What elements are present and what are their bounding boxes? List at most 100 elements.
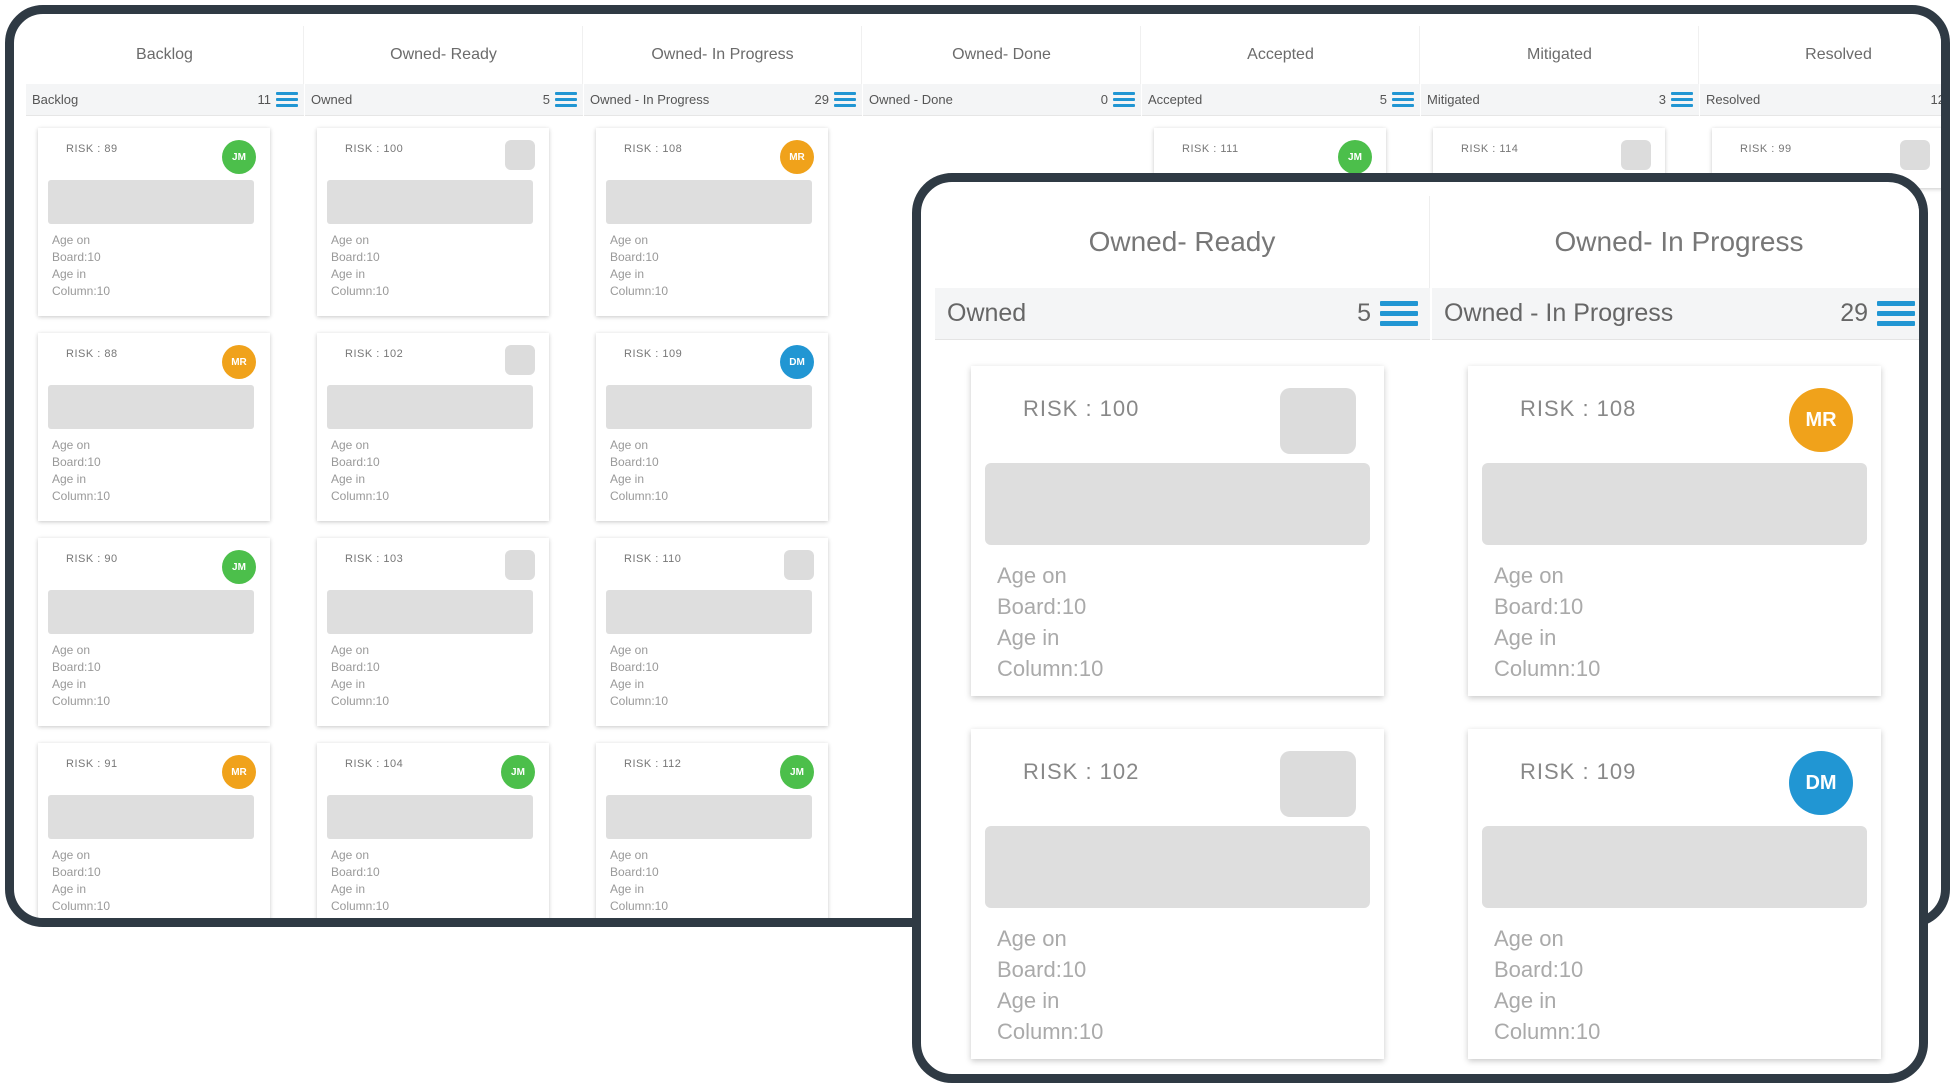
- menu-icon[interactable]: [1113, 92, 1135, 107]
- risk-card[interactable]: RISK : 102 Age on Board:10 Age in Column:10: [317, 333, 549, 521]
- card-age-line: Age in: [331, 472, 366, 486]
- avatar: DM: [1789, 751, 1853, 815]
- avatar: MR: [780, 140, 814, 174]
- card-age-line: Board:10: [331, 660, 380, 674]
- menu-icon[interactable]: [555, 92, 577, 107]
- card-age-line: Column:10: [331, 899, 390, 913]
- risk-id: RISK : 90: [66, 553, 118, 565]
- card-age-line: Age on: [610, 848, 649, 862]
- column-title: Mitigated: [1421, 26, 1699, 84]
- risk-card[interactable]: RISK : 90 JM Age on Board:10 Age in Column:10: [38, 538, 270, 726]
- card-age-line: Column:10: [1494, 1019, 1601, 1044]
- card-age-line: Age on: [997, 926, 1067, 951]
- avatar: [784, 550, 814, 580]
- column-count-group: 3: [1659, 92, 1693, 107]
- card-age-meta: Age on Board:10 Age in Column:10: [610, 232, 668, 300]
- card-age-meta: Age on Board:10 Age in Column:10: [331, 437, 389, 505]
- card-age-line: Column:10: [331, 694, 390, 708]
- risk-id: RISK : 88: [66, 348, 118, 360]
- column-title: Resolved: [1700, 26, 1941, 84]
- column-header: Owned 5: [935, 288, 1430, 340]
- card-title-redacted: [985, 463, 1370, 545]
- risk-card[interactable]: RISK : 112 JM Age on Board:10 Age in Column:1…: [596, 743, 828, 918]
- card-age-meta: Age on Board:10 Age in Column:10: [52, 642, 110, 710]
- risk-card[interactable]: RISK : 100 Age on Board:10 Age in Column:10: [971, 366, 1384, 696]
- column-title: Owned- In Progress: [584, 26, 862, 84]
- menu-icon[interactable]: [1877, 301, 1915, 326]
- menu-icon[interactable]: [1380, 301, 1418, 326]
- risk-id: RISK : 91: [66, 758, 118, 770]
- card-age-line: Age in: [52, 677, 87, 691]
- card-age-line: Age in: [610, 882, 645, 896]
- column-body: RISK : 100 Age on Board:10 Age in Column:10 R…: [935, 340, 1430, 1059]
- risk-card[interactable]: RISK : 104 JM Age on Board:10 Age in Column:1…: [317, 743, 549, 918]
- card-age-line: Column:10: [997, 656, 1104, 681]
- menu-icon[interactable]: [1392, 92, 1414, 107]
- risk-card[interactable]: RISK : 109 DM Age on Board:10 Age in Column:1…: [596, 333, 828, 521]
- risk-id: RISK : 114: [1461, 143, 1519, 155]
- zoomed-column: Owned- In Progress Owned - In Progress 29 R…: [1432, 196, 1919, 1074]
- risk-id: RISK : 108: [1520, 396, 1637, 421]
- card-age-line: Board:10: [610, 865, 659, 879]
- menu-icon[interactable]: [834, 92, 856, 107]
- board-column: Owned- In Progress Owned - In Progress 29 R…: [584, 26, 862, 918]
- card-age-meta: Age on Board:10 Age in Column:10: [997, 923, 1103, 1047]
- risk-card[interactable]: RISK : 88 MR Age on Board:10 Age in Column:10: [38, 333, 270, 521]
- card-age-line: Column:10: [997, 1019, 1104, 1044]
- zoomed-column: Owned- Ready Owned 5 RISK : 100 Age on Board:…: [935, 196, 1430, 1074]
- menu-icon[interactable]: [1671, 92, 1693, 107]
- column-body: RISK : 89 JM Age on Board:10 Age in Column:10…: [26, 116, 304, 918]
- risk-id: RISK : 102: [1023, 759, 1140, 784]
- column-count: 29: [1840, 299, 1868, 327]
- card-age-line: Column:10: [52, 284, 111, 298]
- risk-card[interactable]: RISK : 91 MR Age on Board:10 Age in Column:10: [38, 743, 270, 918]
- card-age-line: Age on: [610, 643, 649, 657]
- risk-card[interactable]: RISK : 102 Age on Board:10 Age in Column:10: [971, 729, 1384, 1059]
- risk-card[interactable]: RISK : 109 DM Age on Board:10 Age in Column:1…: [1468, 729, 1881, 1059]
- card-age-line: Board:10: [610, 660, 659, 674]
- card-age-line: Age in: [610, 472, 645, 486]
- avatar: [1280, 751, 1356, 817]
- card-age-line: Column:10: [52, 489, 111, 503]
- card-age-meta: Age on Board:10 Age in Column:10: [331, 642, 389, 710]
- avatar: MR: [1789, 388, 1853, 452]
- risk-card[interactable]: RISK : 100 Age on Board:10 Age in Column:10: [317, 128, 549, 316]
- card-age-line: Board:10: [1494, 594, 1584, 619]
- card-age-line: Column:10: [331, 489, 390, 503]
- risk-card[interactable]: RISK : 89 JM Age on Board:10 Age in Column:10: [38, 128, 270, 316]
- card-age-line: Age on: [331, 438, 370, 452]
- card-age-line: Board:10: [610, 455, 659, 469]
- card-title-redacted: [48, 590, 254, 634]
- column-header: Owned 5: [305, 84, 583, 116]
- column-label: Backlog: [32, 92, 79, 107]
- card-age-line: Column:10: [331, 284, 390, 298]
- column-count-group: 29: [1840, 299, 1915, 328]
- card-age-line: Board:10: [52, 455, 101, 469]
- card-title-redacted: [327, 795, 533, 839]
- column-body: RISK : 108 MR Age on Board:10 Age in Column:1…: [1432, 340, 1919, 1059]
- card-age-line: Age in: [52, 882, 87, 896]
- column-title: Owned- Done: [863, 26, 1141, 84]
- card-title-redacted: [606, 385, 812, 429]
- card-title-redacted: [48, 795, 254, 839]
- risk-id: RISK : 112: [624, 758, 682, 770]
- column-title: Owned- Ready: [935, 196, 1430, 288]
- column-count-group: 0: [1101, 92, 1135, 107]
- column-count: 29: [814, 92, 829, 107]
- card-age-line: Board:10: [331, 250, 380, 264]
- column-body: RISK : 100 Age on Board:10 Age in Column:10 R…: [305, 116, 583, 918]
- card-title-redacted: [327, 590, 533, 634]
- risk-card[interactable]: RISK : 108 MR Age on Board:10 Age in Column:1…: [1468, 366, 1881, 696]
- risk-card[interactable]: RISK : 110 Age on Board:10 Age in Column:10: [596, 538, 828, 726]
- card-age-line: Age in: [331, 267, 366, 281]
- card-age-meta: Age on Board:10 Age in Column:10: [52, 847, 110, 915]
- column-title: Owned- Ready: [305, 26, 583, 84]
- card-age-line: Age on: [52, 438, 91, 452]
- zoomed-columns: Owned- Ready Owned 5 RISK : 100 Age on Board:…: [935, 196, 1919, 1074]
- risk-card[interactable]: RISK : 103 Age on Board:10 Age in Column:10: [317, 538, 549, 726]
- card-age-line: Age on: [331, 643, 370, 657]
- card-title-redacted: [48, 180, 254, 224]
- menu-icon[interactable]: [276, 92, 298, 107]
- risk-card[interactable]: RISK : 108 MR Age on Board:10 Age in Column:1…: [596, 128, 828, 316]
- column-title: Owned- In Progress: [1432, 196, 1919, 288]
